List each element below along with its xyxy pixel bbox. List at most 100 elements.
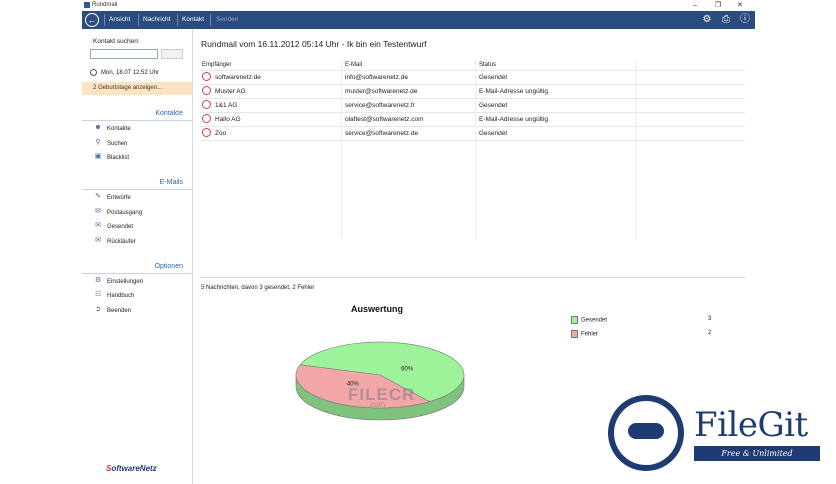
legend-label: Fehler xyxy=(581,331,599,338)
toolbar-divider xyxy=(138,14,139,26)
menu-kontakt[interactable]: Kontakt xyxy=(182,11,204,29)
row-divider xyxy=(200,140,745,141)
sent-icon: ✉ xyxy=(95,222,101,230)
outbox-icon: ✉ xyxy=(95,208,101,216)
chart-title: Auswertung xyxy=(351,304,404,314)
filegit-logo-icon xyxy=(608,395,684,471)
nav-label: Einstellungen xyxy=(107,279,144,285)
recipient-text: Hallo AG xyxy=(215,116,241,123)
filecr-watermark-sub: .com xyxy=(368,400,386,409)
recipient-cell: Muster AG xyxy=(202,85,246,98)
search-icon: ⚲ xyxy=(95,139,101,147)
birthday-banner[interactable]: 2 Geburtstage anzeigen... xyxy=(82,82,192,95)
menu-nachricht[interactable]: Nachricht xyxy=(143,11,170,29)
column-header-email[interactable]: E-Mail xyxy=(345,60,362,70)
legend-item-fehler: Fehler xyxy=(571,330,598,338)
info-icon[interactable]: ⓘ xyxy=(738,13,752,27)
datetime-display: Mon, 18.07 12:52 Uhr xyxy=(90,69,159,76)
legend-item-gesendet: Gesendet xyxy=(571,316,607,324)
book-icon: ☷ xyxy=(94,291,102,299)
menu-ansicht[interactable]: Ansicht xyxy=(109,11,130,29)
softwarenetz-logo: SoftwareNetz xyxy=(106,464,157,473)
panel-divider xyxy=(200,277,745,278)
section-optionen: Optionen xyxy=(154,263,183,270)
toolbar: ← Ansicht Nachricht Kontakt Senden ⚙ ⎙ ⓘ xyxy=(82,11,755,29)
email-cell: info@softwarenetz.de xyxy=(345,74,408,81)
nav-label: Postausgang xyxy=(107,210,143,216)
section-emails: E-Mails xyxy=(159,179,183,186)
status-cell: Gesendet xyxy=(479,130,508,137)
back-arrow-icon[interactable]: ← xyxy=(85,13,99,27)
recipient-text: softwarenetz.de xyxy=(215,74,261,81)
nav-einstellungen[interactable]: ⚙ Einstellungen xyxy=(94,277,143,287)
toolbar-divider xyxy=(177,14,178,26)
toolbar-divider xyxy=(210,14,211,26)
close-button[interactable]: ✕ xyxy=(737,0,743,11)
toolbar-divider xyxy=(104,14,105,26)
nav-kontakte[interactable]: ☻ Kontakte xyxy=(94,124,130,134)
contact-search-input[interactable] xyxy=(90,49,158,59)
app-icon xyxy=(84,2,90,8)
status-cell: Gesendet xyxy=(479,74,508,81)
summary-text: 5 Nachrichten, davon 3 gesendet, 2 Fehle… xyxy=(201,285,315,291)
nav-blacklist[interactable]: ▣ Blacklist xyxy=(94,153,129,163)
column-header-status[interactable]: Status xyxy=(479,60,496,70)
legend-value-fehler: 2 xyxy=(708,330,712,336)
nav-label: Gesendet xyxy=(107,224,134,230)
maximize-button[interactable]: ❐ xyxy=(715,0,721,11)
table-row[interactable]: softwarenetz.de info@softwarenetz.de Ges… xyxy=(200,71,745,84)
menu-senden: Senden xyxy=(216,16,239,23)
recipient-text: 1&1 AG xyxy=(215,102,238,109)
section-kontakte: Kontakte xyxy=(155,110,183,117)
column-header-recipient[interactable]: Empfänger xyxy=(202,60,231,70)
window-title: Rundmail xyxy=(92,2,118,8)
nav-label: Rückläufer xyxy=(107,239,136,245)
exit-icon: ➲ xyxy=(95,306,101,314)
mail-status-icon xyxy=(202,85,211,95)
draft-icon: ✎ xyxy=(95,193,101,201)
title-bar: Rundmail – ❐ ✕ xyxy=(82,0,755,11)
nav-ruecklaeufer[interactable]: ✉ Rückläufer xyxy=(94,237,136,247)
nav-beenden[interactable]: ➲ Beenden xyxy=(94,306,131,316)
search-label: Kontakt suchen: xyxy=(93,38,140,45)
mail-status-icon xyxy=(202,113,211,123)
printer-icon[interactable]: ⎙ xyxy=(719,13,733,27)
nav-gesendet[interactable]: ✉ Gesendet xyxy=(94,222,133,232)
mail-status-icon xyxy=(202,127,211,137)
settings-icon: ⚙ xyxy=(94,277,102,285)
email-cell: service@softwarenetz.de xyxy=(345,130,419,137)
sidebar: Kontakt suchen: Mon, 18.07 12:52 Uhr 2 G… xyxy=(82,29,193,484)
recipient-cell: softwarenetz.de xyxy=(202,71,261,84)
gear-icon[interactable]: ⚙ xyxy=(700,13,714,27)
email-cell: muster@softwarenetz.de xyxy=(345,88,418,95)
contacts-icon: ☻ xyxy=(94,124,102,132)
email-cell: service@softwarenetz.fr xyxy=(345,102,415,109)
blacklist-icon: ▣ xyxy=(94,153,102,161)
table-row[interactable]: Zoo service@softwarenetz.de Gesendet xyxy=(200,127,745,140)
minimize-button[interactable]: – xyxy=(693,0,697,11)
section-divider xyxy=(82,120,192,121)
nav-handbuch[interactable]: ☷ Handbuch xyxy=(94,291,135,301)
status-cell: Gesendet xyxy=(479,102,508,109)
status-cell: E-Mail-Adresse ungültig xyxy=(479,88,549,95)
recipient-cell: Zoo xyxy=(202,127,226,140)
search-button[interactable] xyxy=(161,49,183,59)
recipient-text: Muster AG xyxy=(215,88,246,95)
recipient-cell: Hallo AG xyxy=(202,113,241,126)
legend-label: Gesendet xyxy=(581,317,608,324)
nav-postausgang[interactable]: ✉ Postausgang xyxy=(94,208,142,218)
nav-label: Entwürfe xyxy=(107,195,131,201)
table-row[interactable]: 1&1 AG service@softwarenetz.fr Gesendet xyxy=(200,99,745,112)
nav-label: Suchen xyxy=(107,141,128,147)
status-cell: E-Mail-Adresse ungültig xyxy=(479,116,549,123)
table-row[interactable]: Muster AG muster@softwarenetz.de E-Mail-… xyxy=(200,85,745,98)
bounce-icon: ✉ xyxy=(95,237,101,245)
nav-suchen[interactable]: ⚲ Suchen xyxy=(94,139,127,149)
clock-icon xyxy=(90,69,97,76)
table-row[interactable]: Hallo AG olaftest@softwarenetz.com E-Mai… xyxy=(200,113,745,126)
recipient-text: Zoo xyxy=(215,130,227,137)
filegit-watermark: FileGit xyxy=(694,405,808,445)
mail-status-icon xyxy=(202,71,211,81)
legend-swatch xyxy=(571,316,578,324)
nav-entwuerfe[interactable]: ✎ Entwürfe xyxy=(94,193,131,203)
